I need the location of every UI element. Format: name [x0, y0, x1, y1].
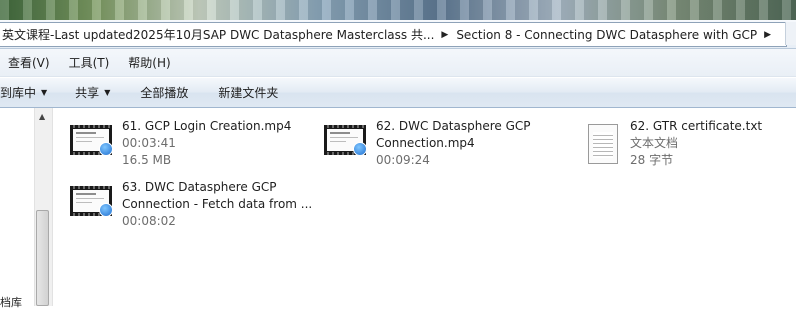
nav-scrollbar[interactable]: ▲: [34, 108, 53, 306]
chevron-down-icon: ▼: [104, 88, 111, 97]
breadcrumb-separator-icon[interactable]: ▶: [760, 30, 775, 40]
menu-bar: 查看(V) 工具(T) 帮助(H): [0, 49, 796, 77]
include-in-library-label: 到库中: [0, 86, 37, 100]
file-size: 28 字节: [630, 153, 674, 167]
scroll-up-arrow-icon[interactable]: ▲: [39, 112, 45, 121]
text-document-icon: [578, 122, 622, 164]
file-duration: 00:03:41: [122, 136, 176, 150]
address-bar[interactable]: 英文课程-Last updated2025年10月SAP DWC Datasph…: [0, 20, 796, 49]
file-name-continued: Connection - Fetch data from ...: [122, 197, 313, 211]
file-item[interactable]: 62. GTR certificate.txt 文本文档 28 字节: [578, 118, 762, 169]
file-item[interactable]: 62. DWC Datasphere GCP Connection.mp4 00…: [324, 118, 531, 169]
navigation-pane[interactable]: 档库: [0, 108, 34, 309]
file-name: 62. GTR certificate.txt: [630, 119, 763, 133]
command-bar: 到库中 ▼ 共享 ▼ 全部播放 新建文件夹: [0, 78, 796, 108]
menu-view[interactable]: 查看(V): [8, 54, 50, 71]
media-player-badge-icon: [99, 142, 113, 156]
window-background-blur: [0, 0, 796, 20]
file-name: 62. DWC Datasphere GCP: [376, 119, 531, 133]
menu-tools[interactable]: 工具(T): [69, 54, 110, 71]
breadcrumb-segment-course[interactable]: 英文课程-Last updated2025年10月SAP DWC Datasph…: [0, 26, 437, 43]
file-name: 61. GCP Login Creation.mp4: [122, 119, 292, 133]
file-duration: 00:08:02: [122, 214, 176, 228]
file-duration: 00:09:24: [376, 153, 430, 167]
breadcrumb-segment-section[interactable]: Section 8 - Connecting DWC Datasphere wi…: [454, 28, 760, 42]
file-type: 文本文档: [630, 136, 679, 150]
video-file-icon: [70, 183, 114, 223]
file-item[interactable]: 61. GCP Login Creation.mp4 00:03:41 16.5…: [70, 118, 291, 169]
share-label: 共享: [75, 86, 100, 100]
address-dropdown-edge[interactable]: [785, 22, 796, 45]
file-name-continued: Connection.mp4: [376, 136, 475, 150]
share-button[interactable]: 共享 ▼: [75, 84, 110, 101]
include-in-library-button[interactable]: 到库中 ▼: [0, 84, 47, 101]
menu-help[interactable]: 帮助(H): [128, 54, 170, 71]
media-player-badge-icon: [99, 203, 113, 217]
play-all-button[interactable]: 全部播放: [140, 84, 188, 101]
media-player-badge-icon: [353, 142, 367, 156]
video-file-icon: [324, 122, 368, 162]
nav-item-label[interactable]: 档库: [0, 294, 22, 310]
breadcrumb[interactable]: 英文课程-Last updated2025年10月SAP DWC Datasph…: [0, 22, 787, 47]
file-size: 16.5 MB: [122, 153, 172, 167]
new-folder-button[interactable]: 新建文件夹: [218, 84, 278, 101]
file-name: 63. DWC Datasphere GCP: [122, 180, 277, 194]
file-item[interactable]: 63. DWC Datasphere GCP Connection - Fetc…: [70, 179, 312, 230]
breadcrumb-separator-icon[interactable]: ▶: [437, 30, 454, 40]
chevron-down-icon: ▼: [41, 88, 48, 97]
video-file-icon: [70, 122, 114, 162]
scroll-thumb[interactable]: [36, 210, 49, 306]
